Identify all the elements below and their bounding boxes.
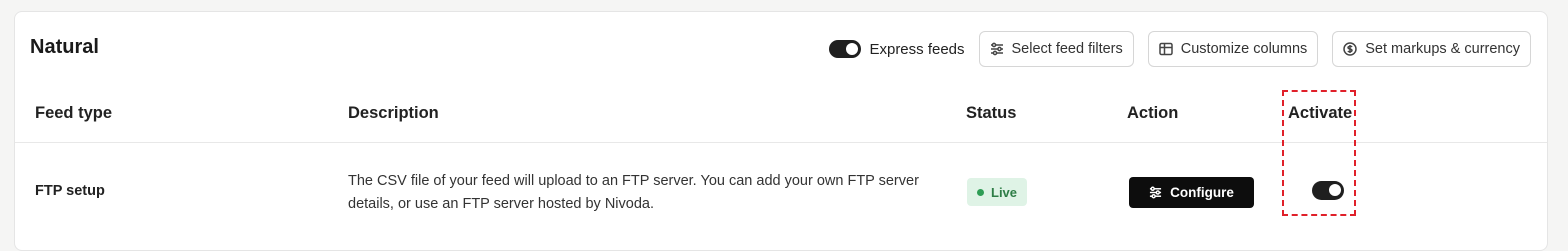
customize-columns-button[interactable]: Customize columns <box>1147 31 1319 67</box>
sliders-icon <box>990 42 1003 56</box>
feed-card: Natural Express feeds Select feed filter… <box>14 11 1548 251</box>
express-feeds-toggle[interactable] <box>829 40 862 58</box>
express-feeds-label: Express feeds <box>869 40 965 58</box>
select-feed-filters-label: Select feed filters <box>1011 41 1123 57</box>
feed-type-cell: FTP setup <box>35 183 105 199</box>
description-cell: The CSV file of your feed will upload to… <box>348 173 919 212</box>
toolbar: Express feeds Select feed filters Custom… <box>829 30 1531 68</box>
header-action: Action <box>1127 104 1179 122</box>
configure-button[interactable]: Configure <box>1129 177 1254 208</box>
status-badge: Live <box>967 178 1028 206</box>
configure-label: Configure <box>1170 185 1234 200</box>
dollar-circle-icon <box>1343 42 1358 56</box>
express-feeds-control[interactable]: Express feeds <box>829 40 965 58</box>
header-status: Status <box>966 104 1017 122</box>
select-feed-filters-button[interactable]: Select feed filters <box>978 31 1134 67</box>
columns-icon <box>1159 42 1173 56</box>
set-markups-currency-label: Set markups & currency <box>1365 41 1520 57</box>
page-title: Natural <box>30 36 99 58</box>
header-description: Description <box>348 104 439 122</box>
activate-toggle[interactable] <box>1312 181 1344 200</box>
set-markups-currency-button[interactable]: Set markups & currency <box>1332 31 1531 67</box>
header-activate: Activate <box>1288 104 1353 122</box>
header-feed-type: Feed type <box>35 104 113 122</box>
customize-columns-label: Customize columns <box>1180 41 1308 57</box>
status-label: Live <box>991 184 1018 200</box>
table-row: FTP setup The CSV file of your feed will… <box>15 142 1547 242</box>
table-header-row: Feed type Description Status Action Acti… <box>15 96 1547 143</box>
status-dot-icon <box>977 188 984 196</box>
sliders-icon <box>1150 186 1162 199</box>
